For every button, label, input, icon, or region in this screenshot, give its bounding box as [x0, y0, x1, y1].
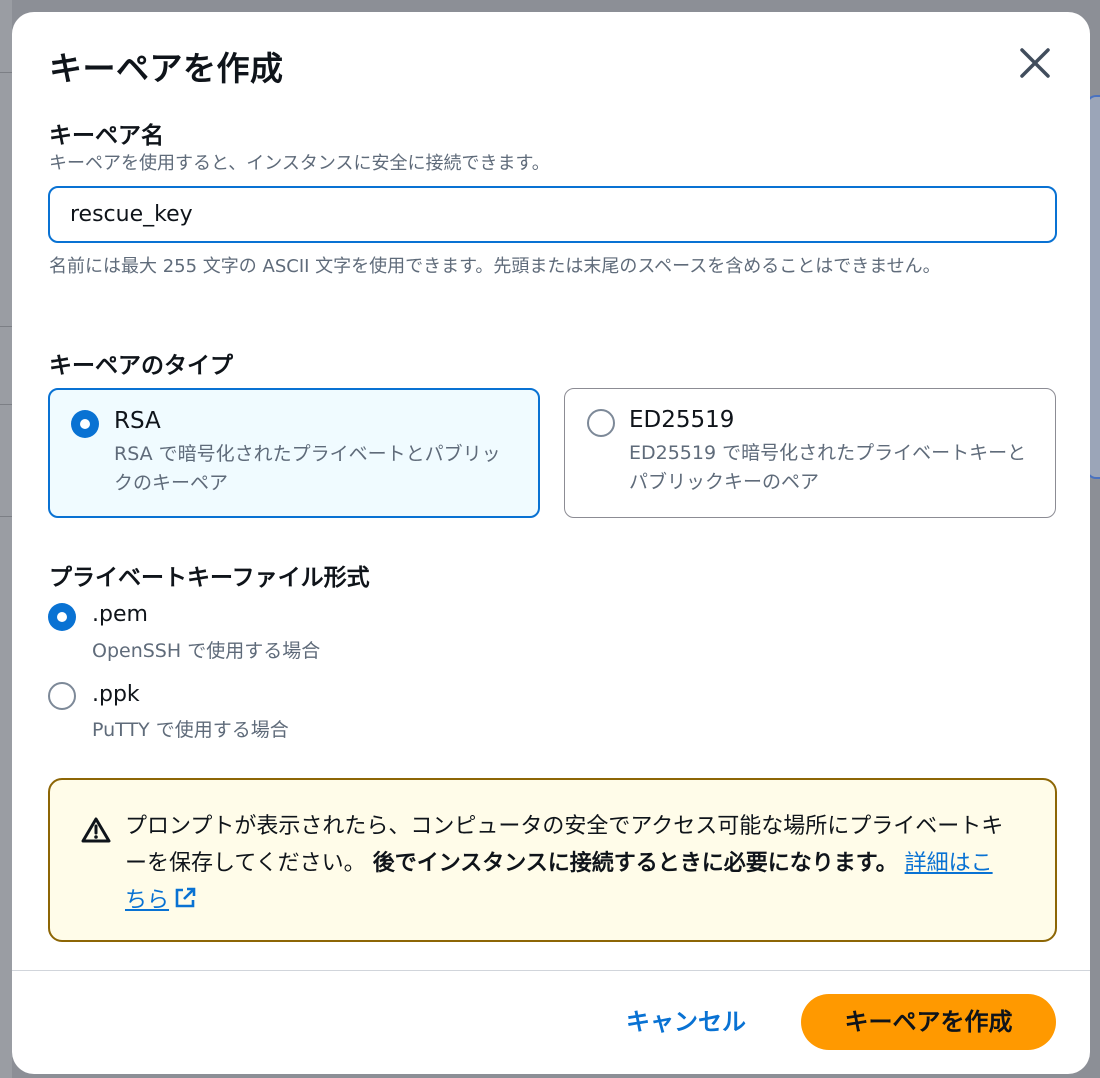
radio-selected[interactable] — [71, 410, 99, 438]
key-type-title: RSA — [114, 408, 161, 434]
key-type-description: RSA で暗号化されたプライベートとパブリックのキーペア — [114, 443, 501, 494]
close-icon — [1020, 48, 1050, 78]
warning-bold-text: 後でインスタンスに接続するときに必要になります。 — [372, 851, 898, 876]
format-pem-radio[interactable] — [48, 603, 76, 631]
format-pem-title[interactable]: .pem — [92, 602, 148, 627]
format-ppk-description: PuTTY で使用する場合 — [92, 719, 289, 741]
background-divider — [0, 404, 12, 405]
key-type-label: キーペアのタイプ — [49, 353, 233, 379]
radio-unselected[interactable] — [587, 409, 615, 437]
format-pem-description: OpenSSH で使用する場合 — [92, 640, 321, 662]
create-key-pair-dialog: キーペアを作成 キーペア名 キーペアを使用すると、インスタンスに安全に接続できま… — [12, 12, 1090, 1074]
warning-message: プロンプトが表示されたら、コンピュータの安全でアクセス可能な場所にプライベートキ… — [125, 808, 1005, 919]
warning-icon — [81, 817, 111, 843]
warning-alert: プロンプトが表示されたら、コンピュータの安全でアクセス可能な場所にプライベートキ… — [48, 778, 1057, 942]
key-type-option-rsa[interactable]: RSA RSA で暗号化されたプライベートとパブリックのキーペア — [48, 388, 540, 518]
key-type-option-ed25519[interactable]: ED25519 ED25519 で暗号化されたプライベートキーとパブリックキーの… — [564, 388, 1056, 518]
cancel-button[interactable]: キャンセル — [606, 1004, 766, 1040]
key-type-description: ED25519 で暗号化されたプライベートキーとパブリックキーのペア — [629, 442, 1027, 493]
key-name-label: キーペア名 — [49, 123, 164, 149]
file-format-label: プライベートキーファイル形式 — [49, 565, 370, 591]
key-name-constraint-hint: 名前には最大 255 文字の ASCII 文字を使用できます。先頭または末尾のス… — [49, 256, 941, 277]
create-key-pair-button[interactable]: キーペアを作成 — [801, 994, 1056, 1050]
format-ppk-radio[interactable] — [48, 682, 76, 710]
dialog-title: キーペアを作成 — [49, 49, 284, 88]
footer-divider — [12, 970, 1090, 971]
key-name-input[interactable] — [48, 186, 1057, 243]
close-button[interactable] — [1015, 43, 1055, 83]
background-page-left — [0, 0, 12, 1078]
key-name-description: キーペアを使用すると、インスタンスに安全に接続できます。 — [49, 153, 550, 174]
background-divider — [0, 326, 12, 327]
key-type-title: ED25519 — [629, 407, 735, 433]
background-divider — [0, 72, 12, 73]
external-link-icon — [175, 887, 196, 908]
background-divider — [0, 516, 12, 517]
format-ppk-title[interactable]: .ppk — [92, 682, 140, 707]
